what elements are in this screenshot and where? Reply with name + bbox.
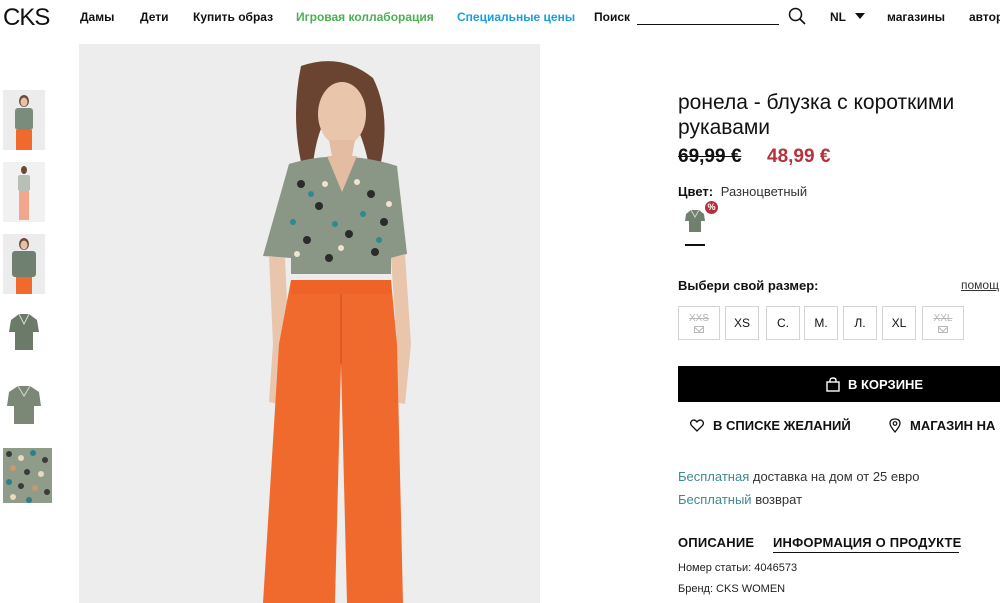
sale-price: 48,99 € xyxy=(767,146,831,167)
store-availability-label: МАГАЗИН НА xyxy=(910,418,996,433)
tab-product-info[interactable]: ИНФОРМАЦИЯ О ПРОДУКТЕ xyxy=(773,535,962,550)
product-main-image[interactable] xyxy=(79,44,540,603)
shipping-text: доставка на дом от 25 евро xyxy=(752,469,920,484)
shopping-bag-icon xyxy=(826,376,840,392)
thumbnail-5[interactable] xyxy=(3,378,45,438)
color-value: Разноцветный xyxy=(720,184,808,199)
nav-shop-look[interactable]: Купить образ xyxy=(193,10,273,24)
active-tab-indicator xyxy=(773,552,959,553)
add-to-cart-label: В КОРЗИНЕ xyxy=(848,376,924,392)
nav-login[interactable]: автор xyxy=(969,10,1000,24)
size-help-link[interactable]: помощ xyxy=(961,278,999,292)
nav-kids[interactable]: Дети xyxy=(140,10,168,24)
discount-badge: % xyxy=(705,201,718,214)
article-number: Номер статьи: 4046573 xyxy=(678,562,798,574)
color-row: Цвет: Разноцветный xyxy=(678,184,807,199)
size-option-label: XL xyxy=(891,316,907,330)
thumbnail-3[interactable] xyxy=(3,234,45,294)
nav-women[interactable]: Дамы xyxy=(80,10,114,24)
nav-stores[interactable]: магазины xyxy=(887,10,945,24)
thumbnail-2[interactable] xyxy=(3,162,45,222)
wishlist-label: В СПИСКЕ ЖЕЛАНИЙ xyxy=(713,418,851,433)
size-option-xs[interactable]: XS xyxy=(725,306,759,340)
return-text: возврат xyxy=(755,492,803,507)
original-price: 69,99 € xyxy=(678,146,742,167)
size-option-label: С. xyxy=(777,316,789,330)
size-option-label: XS xyxy=(733,316,750,330)
size-option-m[interactable]: М. xyxy=(804,306,838,340)
mail-icon xyxy=(694,326,704,333)
chevron-down-icon[interactable] xyxy=(855,13,865,19)
size-option-xxs[interactable]: XXS xyxy=(678,306,720,340)
search-icon[interactable] xyxy=(788,7,806,25)
language-selector[interactable]: NL xyxy=(830,10,846,24)
search-input[interactable] xyxy=(637,24,779,25)
shipping-info: Бесплатная доставка на дом от 25 евро xyxy=(678,469,920,484)
site-header: CKS Дамы Дети Купить образ Игровая колла… xyxy=(0,0,1000,36)
product-title: ронела - блузка с короткими рукавами xyxy=(678,91,955,139)
store-availability-button[interactable]: МАГАЗИН НА xyxy=(889,418,995,433)
tab-description[interactable]: ОПИСАНИЕ xyxy=(678,535,754,550)
wishlist-button[interactable]: В СПИСКЕ ЖЕЛАНИЙ xyxy=(690,418,851,433)
size-option-label: Л. xyxy=(854,316,866,330)
return-info: Бесплатный возврат xyxy=(678,492,802,507)
location-pin-icon xyxy=(889,418,901,433)
search-label: Поиск xyxy=(594,10,631,24)
size-option-xxl[interactable]: XXL xyxy=(922,306,964,340)
color-swatch-multicolor[interactable] xyxy=(683,208,707,234)
brand-name: Бренд: CKS WOMEN xyxy=(678,583,786,595)
size-option-label: XXL xyxy=(933,313,953,324)
heart-icon xyxy=(690,419,704,432)
nav-special-prices[interactable]: Специальные цены xyxy=(457,10,575,24)
site-logo[interactable]: CKS xyxy=(3,4,50,32)
size-label: Выбери свой размер: xyxy=(678,278,819,293)
size-option-s[interactable]: С. xyxy=(766,306,800,340)
size-option-label: XXS xyxy=(688,313,709,324)
thumbnail-1[interactable] xyxy=(3,90,45,150)
thumbnail-6-pattern[interactable] xyxy=(3,448,52,503)
free-return-link[interactable]: Бесплатный xyxy=(678,492,752,507)
size-option-l[interactable]: Л. xyxy=(843,306,877,340)
size-option-label: М. xyxy=(814,316,828,330)
swatch-selected-indicator xyxy=(685,244,705,246)
nav-game-collab[interactable]: Игровая коллаборация xyxy=(296,10,434,24)
free-shipping-link[interactable]: Бесплатная xyxy=(678,469,749,484)
color-label: Цвет: xyxy=(678,184,714,199)
add-to-cart-button[interactable]: В КОРЗИНЕ xyxy=(678,366,1000,402)
thumbnail-4[interactable] xyxy=(3,306,45,366)
size-option-xl[interactable]: XL xyxy=(882,306,916,340)
mail-icon xyxy=(938,326,948,333)
